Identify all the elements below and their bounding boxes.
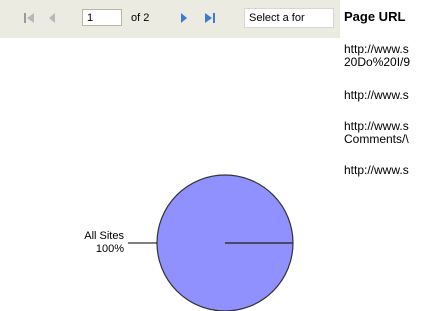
pie-chart: [128, 174, 294, 311]
pie-label: All Sites 100%: [84, 230, 124, 256]
page-url-line[interactable]: http://www.s: [344, 42, 409, 56]
page-url-line[interactable]: 20Do%20I/9: [344, 55, 410, 69]
page-url-line[interactable]: http://www.s: [344, 88, 409, 102]
pie-label-name: All Sites: [84, 230, 124, 242]
page-url-line[interactable]: Comments/\: [344, 132, 409, 146]
pie-label-value: 100%: [95, 243, 124, 255]
page-url-line[interactable]: http://www.s: [344, 163, 409, 177]
page-url-header: Page URL: [344, 9, 406, 24]
page-url-line[interactable]: http://www.s: [344, 119, 409, 133]
